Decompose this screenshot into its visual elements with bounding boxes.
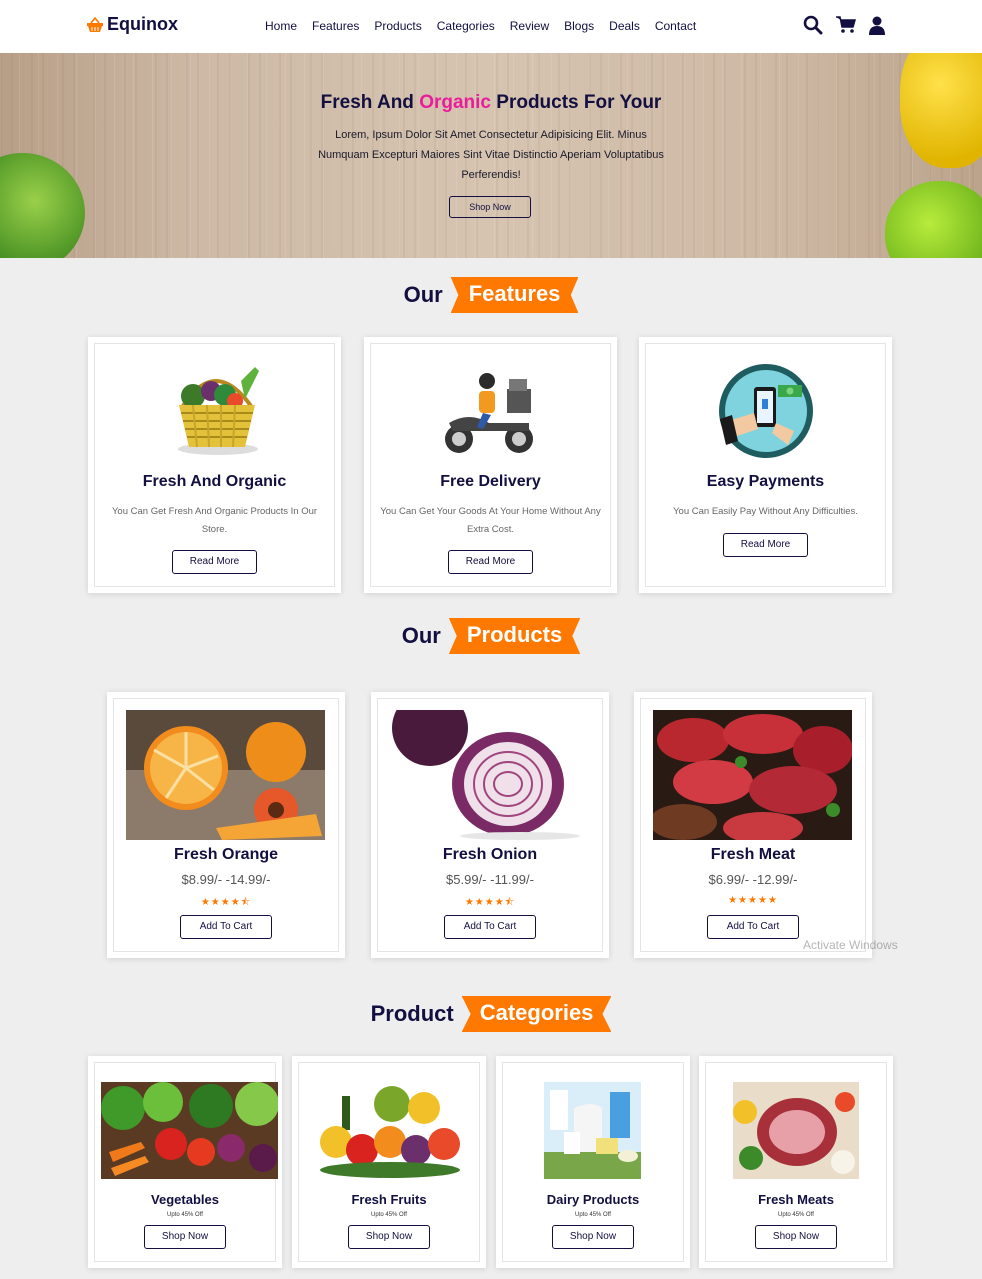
add-to-cart-button[interactable]: Add To Cart bbox=[444, 915, 536, 939]
delivery-scooter-image bbox=[445, 373, 533, 453]
feature-title: Free Delivery bbox=[440, 473, 541, 490]
hero-pepper-green-image bbox=[885, 181, 982, 258]
hero-title-part1: Fresh And bbox=[320, 92, 420, 113]
product-card-meat: Fresh Meat $6.99/- -12.99/- ★★★★★ Add To… bbox=[634, 692, 872, 958]
category-card-dairy: Dairy Products Upto 45% Off Shop Now bbox=[496, 1056, 690, 1268]
shop-now-button[interactable]: Shop Now bbox=[552, 1225, 634, 1249]
product-name: Fresh Onion bbox=[442, 846, 538, 863]
hero-title-accent: Organic bbox=[419, 92, 491, 113]
cart-icon[interactable] bbox=[836, 16, 856, 34]
meats-image bbox=[733, 1082, 859, 1179]
products-heading: Our Products bbox=[0, 618, 982, 654]
dairy-image bbox=[544, 1082, 641, 1179]
site-header: Equinox Home Features Products Categorie… bbox=[0, 0, 982, 53]
main-nav: Home Features Products Categories Review… bbox=[265, 19, 696, 33]
product-price: $8.99/- -14.99/- bbox=[181, 872, 271, 887]
mobile-payment-image bbox=[719, 364, 813, 458]
orange-image bbox=[126, 710, 325, 840]
category-card-meats: Fresh Meats Upto 45% Off Shop Now bbox=[699, 1056, 893, 1268]
meat-image bbox=[653, 710, 852, 840]
category-name: Fresh Fruits bbox=[351, 1192, 427, 1207]
nav-features[interactable]: Features bbox=[312, 19, 359, 33]
hero-cucumber-image bbox=[0, 153, 85, 258]
category-card-vegetables: Vegetables Upto 45% Off Shop Now bbox=[88, 1056, 282, 1268]
feature-title: Easy Payments bbox=[706, 473, 825, 490]
features-heading-tag: Features bbox=[450, 277, 579, 313]
onion-image bbox=[390, 710, 589, 840]
products-heading-tag: Products bbox=[448, 618, 581, 654]
hero-title: Fresh And Organic Products For Your bbox=[0, 92, 982, 114]
hero-description: Lorem, Ipsum Dolor Sit Amet Consectetur … bbox=[318, 129, 664, 181]
features-heading: Our Features bbox=[0, 277, 982, 313]
read-more-button[interactable]: Read More bbox=[448, 550, 533, 574]
star-rating: ★★★★⯪ bbox=[200, 897, 252, 908]
categories-heading-tag: Categories bbox=[461, 996, 612, 1032]
header-icons bbox=[803, 15, 885, 35]
category-offer: Upto 45% Off bbox=[371, 1212, 407, 1218]
shop-now-button[interactable]: Shop Now bbox=[144, 1225, 226, 1249]
star-rating: ★★★★★ bbox=[728, 895, 778, 906]
user-icon[interactable] bbox=[869, 16, 885, 35]
category-card-fruits: Fresh Fruits Upto 45% Off Shop Now bbox=[292, 1056, 486, 1268]
fruits-image bbox=[312, 1082, 467, 1179]
category-name: Dairy Products bbox=[546, 1192, 640, 1207]
product-card-orange: Fresh Orange $8.99/- -14.99/- ★★★★⯪ Add … bbox=[107, 692, 345, 958]
nav-categories[interactable]: Categories bbox=[437, 19, 495, 33]
vegetable-basket-image bbox=[178, 367, 259, 455]
nav-home[interactable]: Home bbox=[265, 19, 297, 33]
product-name: Fresh Meat bbox=[710, 846, 796, 863]
categories-heading-plain: Product bbox=[370, 1001, 454, 1026]
add-to-cart-button[interactable]: Add To Cart bbox=[707, 915, 799, 939]
shop-now-button[interactable]: Shop Now bbox=[449, 196, 531, 218]
basket-icon bbox=[87, 16, 103, 32]
product-name: Fresh Orange bbox=[173, 846, 279, 863]
star-rating: ★★★★⯪ bbox=[464, 897, 516, 908]
vegetables-image bbox=[101, 1082, 278, 1179]
logo[interactable]: Equinox bbox=[86, 14, 178, 35]
category-name: Fresh Meats bbox=[758, 1192, 834, 1207]
category-offer: Upto 45% Off bbox=[575, 1212, 611, 1218]
nav-review[interactable]: Review bbox=[510, 19, 549, 33]
categories-heading: Product Categories bbox=[0, 996, 982, 1032]
feature-text: You Can Get Your Goods At Your Home With… bbox=[380, 506, 601, 535]
product-price: $6.99/- -12.99/- bbox=[708, 872, 798, 887]
feature-card-payments: Easy Payments You Can Easily Pay Without… bbox=[639, 337, 892, 593]
windows-watermark: Activate Windows bbox=[803, 938, 898, 952]
feature-title: Fresh And Organic bbox=[142, 473, 287, 490]
shop-now-button[interactable]: Shop Now bbox=[755, 1225, 837, 1249]
category-name: Vegetables bbox=[151, 1192, 219, 1207]
category-offer: Upto 45% Off bbox=[778, 1212, 814, 1218]
add-to-cart-button[interactable]: Add To Cart bbox=[180, 915, 272, 939]
feature-text: You Can Easily Pay Without Any Difficult… bbox=[673, 506, 858, 517]
feature-text: You Can Get Fresh And Organic Products I… bbox=[111, 506, 318, 535]
search-icon[interactable] bbox=[803, 15, 823, 35]
nav-blogs[interactable]: Blogs bbox=[564, 19, 594, 33]
feature-card-delivery: Free Delivery You Can Get Your Goods At … bbox=[364, 337, 617, 593]
brand-name: Equinox bbox=[107, 14, 178, 34]
nav-contact[interactable]: Contact bbox=[655, 19, 696, 33]
category-offer: Upto 45% Off bbox=[167, 1212, 203, 1218]
product-card-onion: Fresh Onion $5.99/- -11.99/- ★★★★⯪ Add T… bbox=[371, 692, 609, 958]
product-price: $5.99/- -11.99/- bbox=[446, 872, 534, 887]
hero-banner: Fresh And Organic Products For Your Lore… bbox=[0, 53, 982, 258]
nav-deals[interactable]: Deals bbox=[609, 19, 640, 33]
shop-now-button[interactable]: Shop Now bbox=[348, 1225, 430, 1249]
features-heading-plain: Our bbox=[403, 282, 443, 307]
products-heading-plain: Our bbox=[401, 623, 441, 648]
feature-card-organic: Fresh And Organic You Can Get Fresh And … bbox=[88, 337, 341, 593]
read-more-button[interactable]: Read More bbox=[172, 550, 257, 574]
nav-products[interactable]: Products bbox=[374, 19, 421, 33]
hero-title-part2: Products For Your bbox=[491, 92, 662, 113]
read-more-button[interactable]: Read More bbox=[723, 533, 808, 557]
